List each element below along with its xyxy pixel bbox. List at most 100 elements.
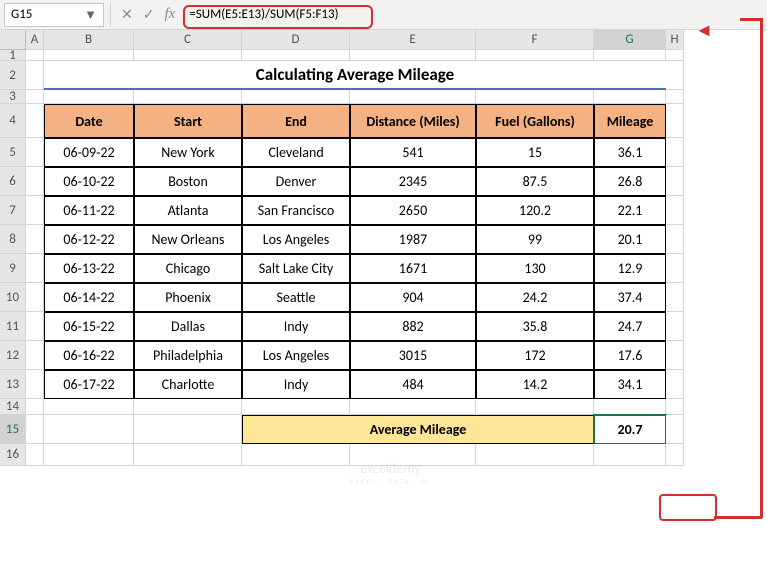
cell[interactable] — [26, 196, 44, 225]
cell[interactable] — [476, 50, 594, 61]
table-cell[interactable]: 06-15-22 — [44, 312, 134, 341]
cancel-icon[interactable]: ✕ — [121, 6, 133, 23]
cell[interactable] — [476, 444, 594, 466]
row-header[interactable]: 14 — [0, 399, 26, 415]
table-cell[interactable]: 26.8 — [594, 167, 666, 196]
cell[interactable] — [594, 50, 666, 61]
col-header[interactable]: F — [476, 30, 594, 50]
table-cell[interactable]: 24.7 — [594, 312, 666, 341]
col-header[interactable]: H — [666, 30, 684, 50]
table-cell[interactable]: 06-14-22 — [44, 283, 134, 312]
table-cell[interactable]: 06-17-22 — [44, 370, 134, 399]
table-cell[interactable]: 99 — [476, 225, 594, 254]
cell[interactable] — [26, 283, 44, 312]
table-cell[interactable]: 36.1 — [594, 138, 666, 167]
col-header[interactable]: E — [350, 30, 476, 50]
cell[interactable] — [242, 50, 350, 61]
row-header[interactable]: 3 — [0, 90, 26, 104]
table-cell[interactable]: 17.6 — [594, 341, 666, 370]
table-cell[interactable]: Indy — [242, 312, 350, 341]
table-cell[interactable]: 34.1 — [594, 370, 666, 399]
cell[interactable] — [134, 399, 242, 415]
cell[interactable] — [134, 90, 242, 104]
cell[interactable] — [350, 50, 476, 61]
table-cell[interactable]: Seattle — [242, 283, 350, 312]
cell[interactable] — [666, 90, 684, 104]
chevron-down-icon[interactable]: ▼ — [84, 7, 97, 23]
table-cell[interactable]: 87.5 — [476, 167, 594, 196]
cell[interactable] — [476, 90, 594, 104]
table-cell[interactable]: New York — [134, 138, 242, 167]
fx-icon[interactable]: fx — [164, 6, 175, 23]
table-cell[interactable]: Dallas — [134, 312, 242, 341]
row-header[interactable]: 4 — [0, 104, 26, 138]
cell[interactable] — [26, 254, 44, 283]
cell[interactable] — [26, 61, 44, 90]
cell[interactable] — [134, 50, 242, 61]
cell[interactable] — [26, 415, 44, 444]
table-cell[interactable]: 2650 — [350, 196, 476, 225]
cell[interactable] — [666, 50, 684, 61]
table-cell[interactable]: New Orleans — [134, 225, 242, 254]
cell[interactable] — [44, 399, 134, 415]
row-header[interactable]: 13 — [0, 370, 26, 399]
cell[interactable] — [666, 283, 684, 312]
table-cell[interactable]: 2345 — [350, 167, 476, 196]
cell[interactable] — [666, 225, 684, 254]
table-cell[interactable]: 130 — [476, 254, 594, 283]
table-cell[interactable]: 06-12-22 — [44, 225, 134, 254]
name-box[interactable]: G15 ▼ — [4, 3, 104, 27]
row-header[interactable]: 10 — [0, 283, 26, 312]
table-cell[interactable]: 172 — [476, 341, 594, 370]
table-cell[interactable]: 12.9 — [594, 254, 666, 283]
table-cell[interactable]: Cleveland — [242, 138, 350, 167]
cell[interactable] — [44, 90, 134, 104]
table-cell[interactable]: 120.2 — [476, 196, 594, 225]
cell[interactable] — [666, 138, 684, 167]
row-header[interactable]: 15 — [0, 415, 26, 444]
table-cell[interactable]: 37.4 — [594, 283, 666, 312]
table-cell[interactable]: 22.1 — [594, 196, 666, 225]
cell[interactable] — [666, 254, 684, 283]
row-header[interactable]: 11 — [0, 312, 26, 341]
cell[interactable] — [666, 415, 684, 444]
table-cell[interactable]: 06-09-22 — [44, 138, 134, 167]
table-cell[interactable]: 882 — [350, 312, 476, 341]
cell[interactable] — [44, 415, 134, 444]
cell[interactable] — [666, 61, 684, 90]
cell[interactable] — [26, 399, 44, 415]
table-cell[interactable]: San Francisco — [242, 196, 350, 225]
formula-bar[interactable]: =SUM(E5:E13)/SUM(F5:F13) — [183, 7, 767, 22]
table-cell[interactable]: 14.2 — [476, 370, 594, 399]
table-cell[interactable]: 06-11-22 — [44, 196, 134, 225]
col-header[interactable]: B — [44, 30, 134, 50]
cell[interactable] — [666, 341, 684, 370]
cell[interactable] — [666, 444, 684, 466]
table-cell[interactable]: Denver — [242, 167, 350, 196]
col-header[interactable]: A — [26, 30, 44, 50]
cell[interactable] — [242, 444, 350, 466]
row-header[interactable]: 8 — [0, 225, 26, 254]
cell[interactable] — [26, 225, 44, 254]
cell[interactable] — [26, 370, 44, 399]
row-header[interactable]: 2 — [0, 61, 26, 90]
table-cell[interactable]: 1987 — [350, 225, 476, 254]
cell[interactable] — [44, 50, 134, 61]
cell[interactable] — [134, 415, 242, 444]
table-cell[interactable]: 484 — [350, 370, 476, 399]
table-cell[interactable]: Indy — [242, 370, 350, 399]
row-header[interactable]: 7 — [0, 196, 26, 225]
row-header[interactable]: 6 — [0, 167, 26, 196]
cell[interactable] — [26, 138, 44, 167]
cell[interactable] — [350, 399, 476, 415]
col-header[interactable]: D — [242, 30, 350, 50]
table-cell[interactable]: Boston — [134, 167, 242, 196]
col-header[interactable]: G — [594, 30, 666, 50]
cell[interactable] — [666, 196, 684, 225]
table-cell[interactable]: 541 — [350, 138, 476, 167]
table-cell[interactable]: 1671 — [350, 254, 476, 283]
table-cell[interactable]: 06-13-22 — [44, 254, 134, 283]
table-cell[interactable]: 06-10-22 — [44, 167, 134, 196]
cell[interactable] — [350, 90, 476, 104]
cell[interactable] — [26, 167, 44, 196]
